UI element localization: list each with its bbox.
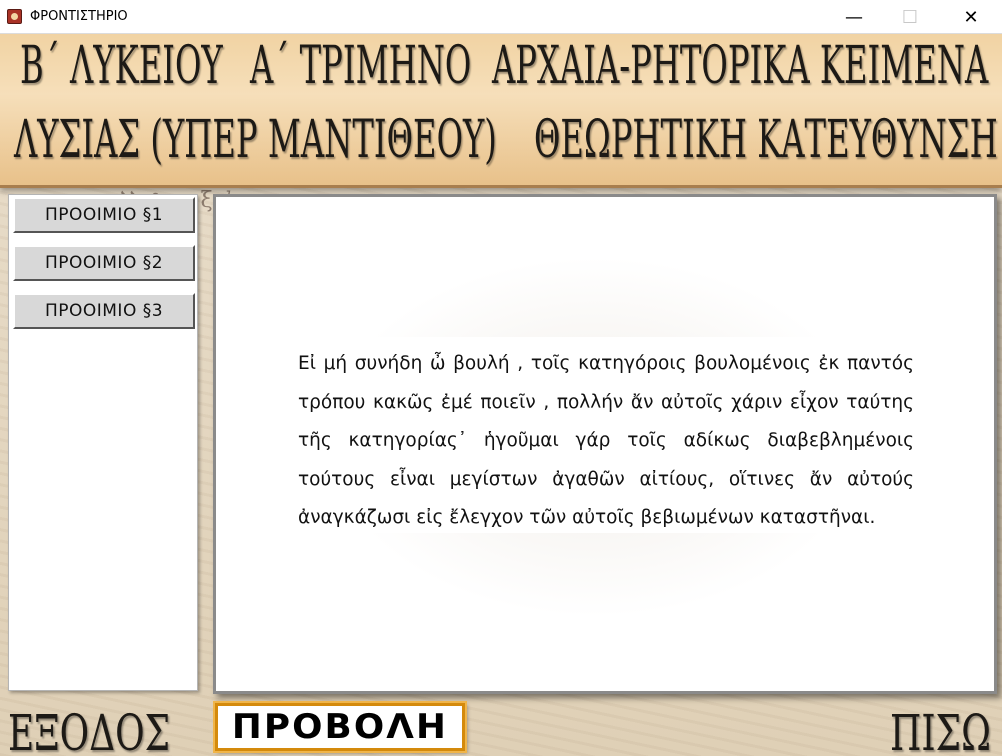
- banner-grade: Β΄ ΛΥΚΕΙΟΥ: [20, 36, 223, 96]
- sidebar-item-prooimio-3[interactable]: ΠΡΟΟΙΜΙΟ §3: [13, 293, 195, 329]
- banner-track: ΘΕΩΡΗΤΙΚΗ ΚΑΤΕΥΘΥΝΣΗ: [534, 110, 998, 170]
- app-client-area: ℵ ∂ ϗ ξ Ϟ ∽ ϡ ∾ ∫ ϡ ∾ ξ ∂ ϗ Β΄ ΛΥΚΕΙΟΥ Α…: [0, 34, 1002, 756]
- banner-term: Α΄ ΤΡΙΜΗΝΟ: [250, 36, 472, 96]
- window-titlebar: ΦΡΟΝΤΙΣΤΗΡΙΟ — ☐ ✕: [0, 0, 1002, 34]
- exit-button[interactable]: ΕΞΟΔΟΣ: [8, 704, 170, 756]
- title-banner: Β΄ ΛΥΚΕΙΟΥ Α΄ ΤΡΙΜΗΝΟ ΑΡΧΑΙΑ-ΡΗΤΟΡΙΚΑ ΚΕ…: [0, 34, 1002, 188]
- sidebar: ΠΡΟΟΙΜΙΟ §1 ΠΡΟΟΙΜΙΟ §2 ΠΡΟΟΙΜΙΟ §3: [8, 194, 198, 691]
- passage-text: Εἰ μή συνήδη ὦ βουλή , τοῖς κατηγόροις β…: [298, 353, 914, 528]
- sidebar-item-prooimio-2[interactable]: ΠΡΟΟΙΜΙΟ §2: [13, 245, 195, 281]
- show-button[interactable]: ΠΡΟΒΟΛΗ: [215, 703, 465, 751]
- app-icon: [7, 9, 22, 24]
- back-button[interactable]: ΠΙΣΩ: [890, 704, 991, 756]
- banner-author: ΛΥΣΙΑΣ (ΥΠΕΡ ΜΑΝΤΙΘΕΟΥ): [14, 110, 497, 170]
- text-display-panel: Εἰ μή συνήδη ὦ βουλή , τοῖς κατηγόροις β…: [213, 194, 997, 694]
- window-title: ΦΡΟΝΤΙΣΤΗΡΙΟ: [30, 9, 128, 24]
- maximize-button[interactable]: ☐: [887, 0, 933, 34]
- show-button-label: ΠΡΟΒΟΛΗ: [231, 707, 449, 747]
- passage-box: Εἰ μή συνήδη ὦ βουλή , τοῖς κατηγόροις β…: [280, 337, 930, 533]
- close-button[interactable]: ✕: [948, 0, 994, 34]
- minimize-button[interactable]: —: [831, 0, 877, 34]
- banner-subject: ΑΡΧΑΙΑ-ΡΗΤΟΡΙΚΑ ΚΕΙΜΕΝΑ: [492, 36, 989, 96]
- sidebar-item-prooimio-1[interactable]: ΠΡΟΟΙΜΙΟ §1: [13, 197, 195, 233]
